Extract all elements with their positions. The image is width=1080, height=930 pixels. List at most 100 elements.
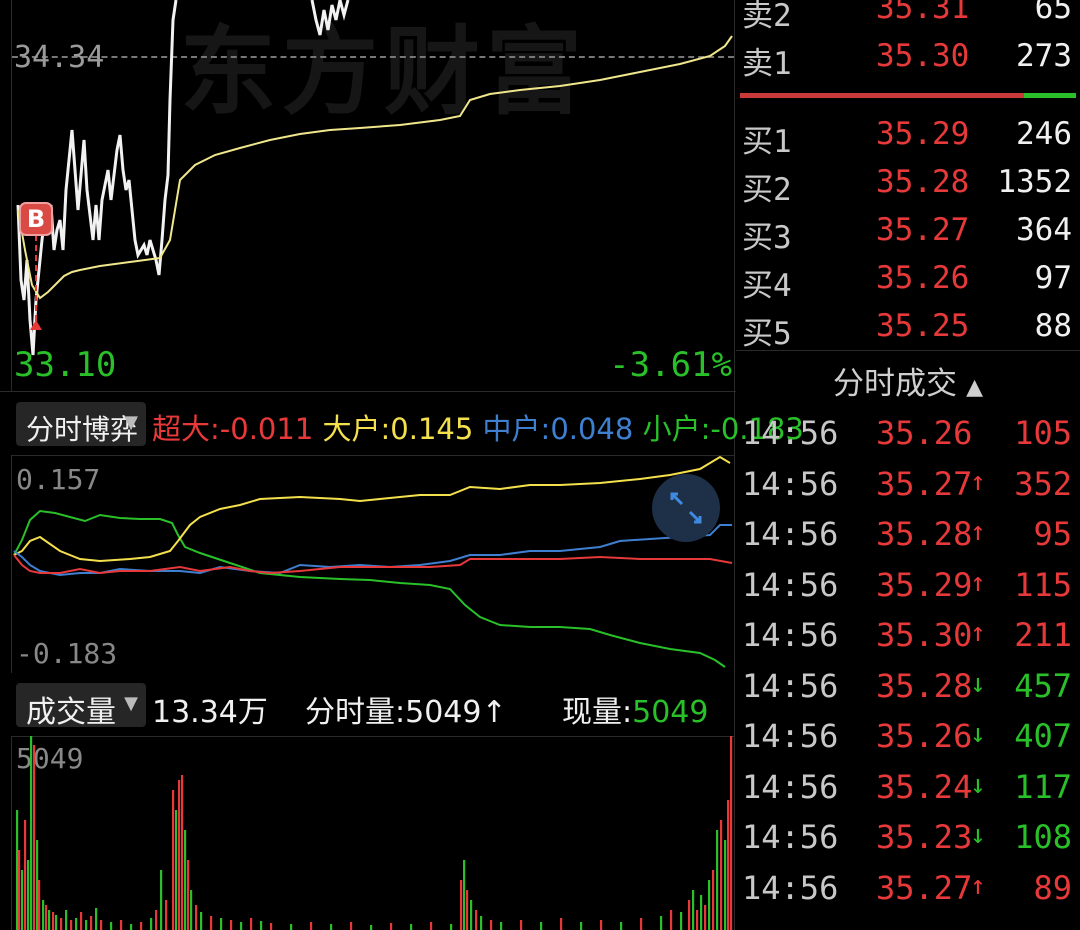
bid-price: 35.26: [876, 260, 970, 296]
bid-row[interactable]: 买5 35.25 88: [736, 304, 1080, 352]
trade-time: 14:56: [742, 717, 839, 755]
trade-row[interactable]: 14:56 35.24 ↓ 117: [736, 764, 1080, 814]
buy-marker[interactable]: B: [19, 202, 53, 236]
trade-arrow: ↑: [970, 870, 986, 901]
section-divider: [736, 350, 1080, 351]
volume-bar: [155, 910, 158, 930]
volume-bar: [184, 830, 187, 930]
chart-panel: 东方财富 34.34 33.10 -3.61% B 分时博弈 ▼ 超大:-0.0…: [0, 0, 804, 930]
bid-price: 35.27: [876, 212, 970, 248]
volume-bar: [712, 870, 715, 930]
bid-row[interactable]: 买1 35.29 246: [736, 112, 1080, 160]
bid-qty: 364: [1016, 212, 1072, 248]
trade-arrow: ↓: [970, 769, 986, 800]
bid-qty: 88: [1034, 308, 1072, 344]
trade-row[interactable]: 14:56 35.30 ↑ 211: [736, 612, 1080, 662]
expand-icon: [670, 492, 702, 524]
volume-bar: [490, 920, 493, 930]
ask-row[interactable]: 卖1 35.30 273: [736, 34, 1080, 82]
volume-bars: [16, 736, 733, 930]
volume-bar: [310, 922, 313, 930]
ask-qty: 273: [1016, 38, 1072, 74]
caret-up-icon: ▲: [966, 375, 983, 400]
trade-qty: 211: [1014, 616, 1072, 654]
volume-chart[interactable]: 5049: [0, 736, 736, 930]
volume-bar: [187, 860, 190, 930]
trade-row[interactable]: 14:56 35.27 ↑ 352: [736, 461, 1080, 511]
volume-bar: [290, 924, 293, 930]
volume-bar: [16, 810, 19, 930]
minute-volume-label: 分时量:: [305, 695, 406, 730]
volume-bar: [95, 908, 98, 930]
trade-time: 14:56: [742, 515, 839, 553]
quote-panel: 卖2 35.31 65 卖1 35.30 273 买1 35.29 246 买2…: [736, 0, 1080, 930]
trade-arrow: ↑: [970, 517, 986, 547]
trade-row[interactable]: 14:56 35.28 ↑ 95: [736, 511, 1080, 561]
bid-label: 买5: [742, 316, 792, 352]
volume-header: 成交量 ▼ 13.34万 分时量:5049↑ 现量:5049: [0, 679, 736, 731]
ask-ratio-fill: [740, 93, 1024, 98]
trade-row[interactable]: 14:56 35.29 ↑ 115: [736, 562, 1080, 612]
volume-bar: [620, 922, 623, 930]
volume-bar: [580, 922, 583, 930]
volume-bar: [18, 850, 21, 930]
volume-bar: [724, 840, 727, 930]
volume-bar: [696, 910, 699, 930]
trade-arrow: ↓: [970, 668, 986, 699]
trade-list: 14:56 35.26 105 14:56 35.27 ↑ 352 14:56 35.28 ↑ 95…: [736, 410, 1080, 930]
trade-qty: 352: [1014, 464, 1072, 503]
bid-row[interactable]: 买2 35.28 1352: [736, 160, 1080, 208]
trades-header-label: 分时成交: [832, 366, 957, 402]
indicator-chart[interactable]: 0.157 -0.183: [0, 455, 736, 673]
trade-row[interactable]: 14:56 35.26 105: [736, 410, 1080, 460]
trade-row[interactable]: 14:56 35.27 ↑ 89: [736, 865, 1080, 915]
volume-bar: [660, 916, 663, 930]
volume-selector[interactable]: 成交量 ▼: [16, 683, 146, 730]
trade-row[interactable]: 14:56 35.28 ↓ 457: [736, 663, 1080, 713]
trade-time: 14:56: [742, 565, 839, 604]
volume-bar: [708, 880, 711, 930]
bid-ratio-fill: [1024, 93, 1076, 98]
trade-arrow: ↑: [970, 618, 986, 648]
volume-bar: [430, 922, 433, 930]
price-line: [16, 0, 178, 356]
mid-label: 中户: [482, 412, 541, 446]
volume-bar: [260, 921, 263, 930]
bid-qty: 246: [1016, 116, 1072, 152]
volume-bar: [90, 916, 93, 930]
trade-price: 35.30: [876, 616, 973, 654]
indicator-lines: [13, 455, 733, 668]
trade-row[interactable]: 14:56 35.26 ↓ 407: [736, 713, 1080, 763]
expand-button[interactable]: [652, 474, 720, 542]
indicator-selector[interactable]: 分时博弈 ▼: [16, 402, 146, 446]
bid-row[interactable]: 买3 35.27 364: [736, 208, 1080, 256]
volume-bar: [410, 924, 413, 930]
volume-bar: [390, 923, 393, 930]
volume-bar: [85, 920, 88, 930]
small-label: 小户: [642, 412, 701, 446]
bid-qty: 97: [1034, 260, 1072, 296]
trade-price: 35.26: [876, 717, 973, 755]
volume-bar: [466, 890, 469, 930]
bid-ask-ratio-bar: [740, 93, 1076, 98]
large-label: 大户: [322, 412, 381, 446]
avg-price-line: [17, 35, 733, 300]
volume-bar: [704, 905, 707, 930]
trade-price: 35.24: [876, 767, 973, 806]
volume-bar: [240, 922, 243, 930]
price-chart[interactable]: 东方财富 34.34 33.10 -3.61% B: [0, 0, 736, 930]
volume-bar: [36, 840, 39, 930]
trade-price: 35.27: [876, 464, 973, 503]
trade-row[interactable]: 14:56 35.23 ↓ 108: [736, 814, 1080, 864]
volume-bar: [24, 820, 27, 930]
bid-row[interactable]: 买4 35.26 97: [736, 256, 1080, 304]
volume-bar: [463, 860, 466, 930]
ask-row[interactable]: 卖2 35.31 65: [736, 0, 1080, 34]
trade-qty: 89: [1033, 868, 1072, 907]
trades-header[interactable]: 分时成交 ▲: [736, 358, 1080, 406]
trade-time: 14:56: [742, 414, 839, 452]
trade-price: 35.26: [876, 414, 973, 452]
volume-bar: [210, 916, 213, 930]
ask-price: 35.30: [876, 38, 970, 74]
volume-bar: [30, 736, 33, 930]
